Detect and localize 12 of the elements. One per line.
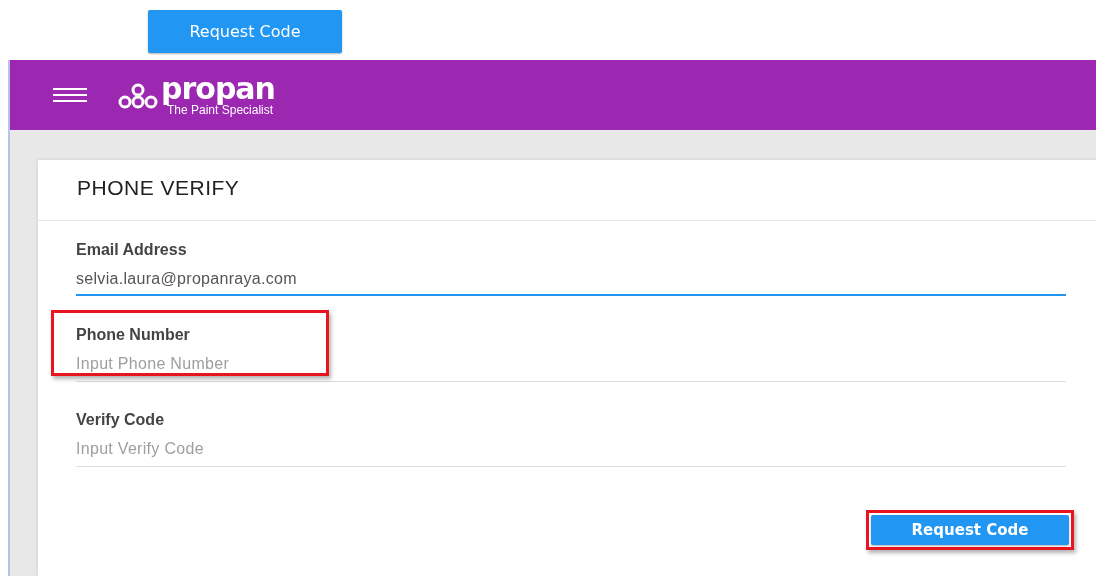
menu-icon[interactable] — [53, 88, 87, 102]
field-label: Verify Code — [76, 411, 165, 429]
request-code-button[interactable]: Request Code — [148, 10, 342, 53]
logo-wordmark: propan — [161, 73, 275, 104]
field-label: Email Address — [76, 241, 187, 259]
logo-icon — [117, 83, 159, 109]
request-code-button[interactable]: Request Code — [871, 515, 1069, 545]
card-title: PHONE VERIFY — [38, 160, 1096, 221]
input-field[interactable]: Input Phone Number — [76, 344, 1066, 382]
field-label: Phone Number — [76, 326, 190, 344]
input-field[interactable]: selvia.laura@propanraya.com — [76, 259, 1066, 296]
input-field[interactable]: Input Verify Code — [76, 429, 1066, 467]
